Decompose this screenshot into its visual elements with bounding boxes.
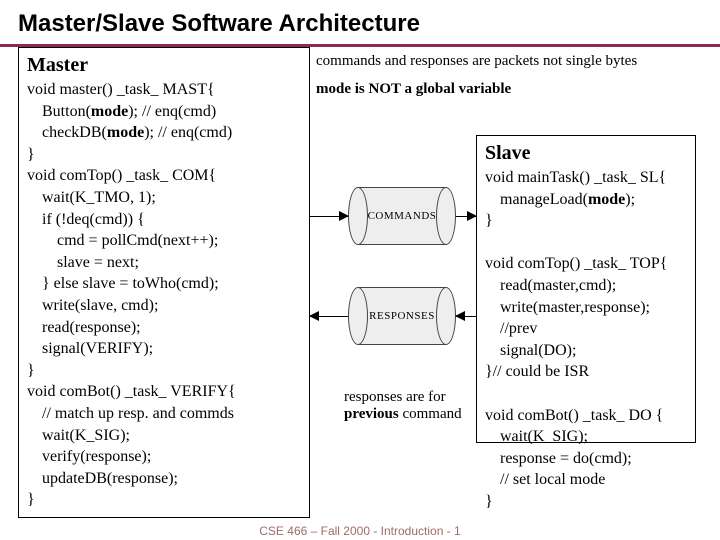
code-line: manageLoad(mode); [485,189,687,211]
code-line: } [27,144,301,166]
slave-code-box: Slave void mainTask() _task_ SL{ manageL… [476,135,696,443]
code-line: write(master,response); //prev [485,297,687,340]
code-line: updateDB(response); [27,468,301,490]
arrow-master-to-commands [310,216,348,217]
code-line: }// could be ISR [485,361,687,383]
note-responses: responses are for previous command [344,389,462,423]
commands-queue: COMMANDS [348,187,456,245]
code-line: if (!deq(cmd)) { [27,209,301,231]
code-line: void comTop() _task_ TOP{ [485,253,687,275]
arrow-commands-to-slave [456,216,476,217]
master-code-box: Master void master() _task_ MAST{ Button… [18,47,310,518]
diagram-content: Master void master() _task_ MAST{ Button… [0,47,720,55]
cylinder-label: RESPONSES [358,287,446,345]
code-line: void mainTask() _task_ SL{ [485,167,687,189]
note-mode-global: mode is NOT a global variable [316,81,511,98]
code-line: slave = next; [27,252,301,274]
responses-queue: RESPONSES [348,287,456,345]
cylinder-cap [348,287,368,345]
cylinder-cap [348,187,368,245]
code-line: } [27,489,301,511]
cylinder-cap [436,287,456,345]
code-line: wait(K_TMO, 1); [27,187,301,209]
code-line: } [485,491,687,513]
code-line: void comTop() _task_ COM{ [27,165,301,187]
code-line: // set local mode [485,469,687,491]
arrow-responses-to-master [310,316,348,317]
code-line: signal(VERIFY); [27,338,301,360]
slave-heading: Slave [485,140,687,167]
code-line: signal(DO); [485,340,687,362]
code-line [485,383,687,405]
code-line: } [27,360,301,382]
code-line: write(slave, cmd); [27,295,301,317]
code-line: Button(mode); // enq(cmd) [27,101,301,123]
code-line: } else slave = toWho(cmd); [27,273,301,295]
footer-text: CSE 466 – Fall 2000 - Introduction - 1 [0,524,720,538]
arrow-slave-to-responses [456,316,476,317]
code-line: } [485,210,687,232]
note-packets: commands and responses are packets not s… [316,53,637,70]
code-line: checkDB(mode); // enq(cmd) [27,122,301,144]
code-line: response = do(cmd); [485,448,687,470]
code-line: void master() _task_ MAST{ [27,79,301,101]
code-line: void comBot() _task_ DO { [485,405,687,427]
code-line: verify(response); [27,446,301,468]
cylinder-cap [436,187,456,245]
code-line: void comBot() _task_ VERIFY{ [27,381,301,403]
code-line: // match up resp. and commds [27,403,301,425]
master-heading: Master [27,52,301,79]
cylinder-label: COMMANDS [358,187,446,245]
code-line [485,232,687,254]
code-line: cmd = pollCmd(next++); [27,230,301,252]
code-line: wait(K_SIG); [485,426,687,448]
code-line: read(response); [27,317,301,339]
code-line: read(master,cmd); [485,275,687,297]
page-title: Master/Slave Software Architecture [0,0,720,44]
code-line: wait(K_SIG); [27,425,301,447]
